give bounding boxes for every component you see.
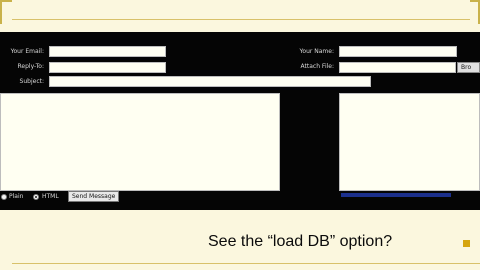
- bullet-square-icon: [463, 240, 470, 247]
- slide-divider-bottom: [12, 263, 480, 264]
- message-textarea[interactable]: [0, 93, 280, 191]
- your-name-label: Your Name:: [299, 48, 334, 55]
- html-radio-label: HTML: [42, 193, 59, 200]
- preview-textarea[interactable]: [339, 93, 480, 191]
- link-highlight[interactable]: [341, 193, 451, 197]
- slide-top-band: [0, 0, 480, 32]
- attach-file-field[interactable]: [339, 62, 456, 73]
- browse-button[interactable]: Bro: [457, 62, 480, 73]
- subject-field[interactable]: [49, 76, 371, 87]
- slide-frame-left: [0, 0, 12, 24]
- send-message-button[interactable]: Send Message: [68, 191, 120, 202]
- slide-divider-top: [12, 19, 470, 20]
- plain-radio[interactable]: [1, 194, 7, 200]
- reply-to-field[interactable]: [49, 62, 166, 73]
- subject-label: Subject:: [19, 78, 44, 85]
- plain-radio-label: Plain: [9, 193, 24, 200]
- your-name-field[interactable]: [339, 46, 457, 57]
- email-form-panel: Your Email: Reply-To: Subject: Your Name…: [0, 32, 480, 210]
- html-radio[interactable]: [33, 194, 39, 200]
- reply-to-label: Reply-To:: [17, 63, 44, 70]
- your-email-field[interactable]: [49, 46, 166, 57]
- slide-frame-right: [470, 0, 480, 24]
- slide-caption: See the “load DB” option?: [208, 233, 393, 250]
- your-email-label: Your Email:: [10, 48, 44, 55]
- attach-file-label: Attach File:: [300, 63, 334, 70]
